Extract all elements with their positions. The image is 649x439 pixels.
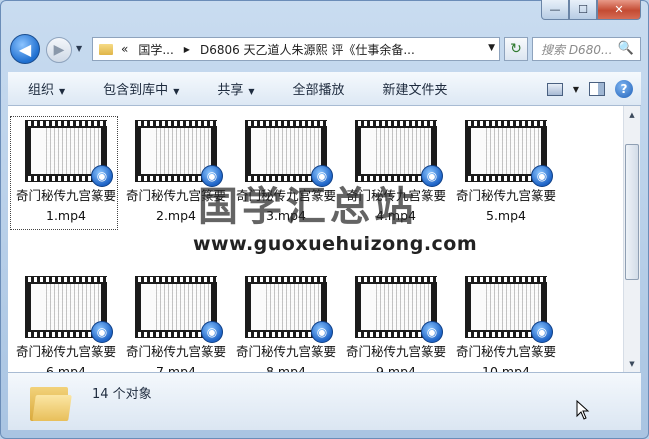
mouse-cursor-icon: [576, 399, 590, 420]
file-name: 奇门秘传九宫篆要 5.mp4: [455, 188, 556, 223]
minimize-button[interactable]: —: [541, 0, 569, 20]
refresh-button[interactable]: ↻: [504, 37, 528, 61]
scroll-thumb[interactable]: [625, 144, 639, 280]
file-item[interactable]: ◉ 奇门秘传九宫篆要 1.mp4: [10, 116, 120, 230]
media-player-icon: ◉: [531, 321, 553, 343]
file-item[interactable]: ◉ 奇门秘传九宫篆要 8.mp4: [232, 276, 340, 372]
organize-menu[interactable]: 组织 ▼: [8, 79, 83, 98]
scroll-up-icon[interactable]: ▲: [624, 106, 640, 123]
recent-pages-button[interactable]: ▼: [76, 44, 82, 53]
address-separator-icon[interactable]: ▶: [184, 45, 190, 54]
file-item[interactable]: ◉ 奇门秘传九宫篆要 6.mp4: [12, 276, 120, 372]
include-in-library-menu[interactable]: 包含到库中 ▼: [83, 79, 197, 98]
video-thumbnail: ◉: [355, 120, 443, 187]
video-thumbnail: ◉: [135, 120, 223, 187]
address-bar[interactable]: « 国学... ▶ D6806 天乙道人朱源熙 评《仕事余备... ▼: [92, 37, 500, 61]
video-thumbnail: ◉: [25, 276, 113, 343]
watermark-url: www.guoxuehuizong.com: [193, 233, 478, 255]
address-segment-1[interactable]: 国学...: [138, 41, 173, 58]
media-player-icon: ◉: [421, 321, 443, 343]
caption-buttons: — ☐ ✕: [541, 0, 641, 20]
details-pane: 14 个对象: [8, 372, 641, 430]
refresh-icon: ↻: [510, 41, 522, 57]
video-thumbnail: ◉: [245, 276, 333, 343]
change-view-icon[interactable]: [546, 82, 563, 96]
video-thumbnail: ◉: [25, 120, 113, 187]
watermark-title: 国学汇总站: [198, 184, 418, 230]
scroll-down-icon[interactable]: ▼: [624, 355, 640, 372]
forward-button[interactable]: ▶: [46, 37, 72, 63]
chevron-down-icon: ▼: [173, 87, 180, 96]
back-button[interactable]: ◀: [10, 34, 40, 64]
preview-pane-icon[interactable]: [589, 82, 605, 96]
file-name: 奇门秘传九宫篆要 8.mp4: [235, 344, 336, 372]
video-thumbnail: ◉: [245, 120, 333, 187]
video-thumbnail: ◉: [355, 276, 443, 343]
maximize-button[interactable]: ☐: [569, 0, 597, 20]
file-item[interactable]: ◉ 奇门秘传九宫篆要 5.mp4: [452, 120, 560, 226]
file-name: 奇门秘传九宫篆要 9.mp4: [345, 344, 446, 372]
help-icon[interactable]: ?: [615, 80, 633, 98]
back-arrow-icon: ◀: [18, 39, 32, 59]
file-item[interactable]: ◉ 奇门秘传九宫篆要 9.mp4: [342, 276, 450, 372]
chevron-down-icon: ▼: [248, 87, 255, 96]
search-placeholder: 搜索 D680...: [541, 42, 613, 57]
media-player-icon: ◉: [311, 321, 333, 343]
media-player-icon: ◉: [531, 165, 553, 187]
address-dropdown-icon[interactable]: ▼: [488, 43, 495, 53]
chevron-down-icon: ▼: [59, 87, 66, 96]
share-menu[interactable]: 共享 ▼: [197, 79, 272, 98]
close-button[interactable]: ✕: [597, 0, 641, 20]
media-player-icon: ◉: [201, 321, 223, 343]
media-player-icon: ◉: [91, 321, 113, 343]
address-segment-2[interactable]: D6806 天乙道人朱源熙 评《仕事余备...: [200, 41, 415, 58]
video-thumbnail: ◉: [465, 120, 553, 187]
folder-icon: [30, 383, 72, 421]
play-all-button[interactable]: 全部播放: [273, 79, 363, 98]
search-input[interactable]: 搜索 D680... 🔍: [532, 37, 641, 61]
media-player-icon: ◉: [421, 165, 443, 187]
file-item[interactable]: ◉ 奇门秘传九宫篆要 10.mp4: [452, 276, 560, 372]
video-thumbnail: ◉: [135, 276, 223, 343]
folder-icon: [99, 43, 113, 55]
file-item[interactable]: ◉ 奇门秘传九宫篆要 7.mp4: [122, 276, 230, 372]
navigation-bar: ◀ ▶ ▼ « 国学... ▶ D6806 天乙道人朱源熙 评《仕事余备... …: [8, 32, 641, 66]
address-overflow[interactable]: «: [121, 42, 128, 56]
view-dropdown-icon[interactable]: ▼: [573, 85, 579, 94]
command-bar: 组织 ▼ 包含到库中 ▼ 共享 ▼ 全部播放 新建文件夹 ▼ ?: [8, 72, 641, 106]
new-folder-button[interactable]: 新建文件夹: [363, 79, 466, 98]
item-count: 14 个对象: [92, 387, 152, 402]
media-player-icon: ◉: [91, 165, 113, 187]
file-name: 奇门秘传九宫篆要 6.mp4: [15, 344, 116, 372]
video-thumbnail: ◉: [465, 276, 553, 343]
file-name: 奇门秘传九宫篆要 7.mp4: [125, 344, 226, 372]
search-icon[interactable]: 🔍: [618, 41, 634, 56]
vertical-scrollbar[interactable]: ▲ ▼: [623, 106, 640, 372]
forward-arrow-icon: ▶: [53, 42, 65, 58]
file-name: 奇门秘传九宫篆要 10.mp4: [455, 344, 556, 372]
toolbar-right: ▼ ?: [546, 80, 633, 98]
